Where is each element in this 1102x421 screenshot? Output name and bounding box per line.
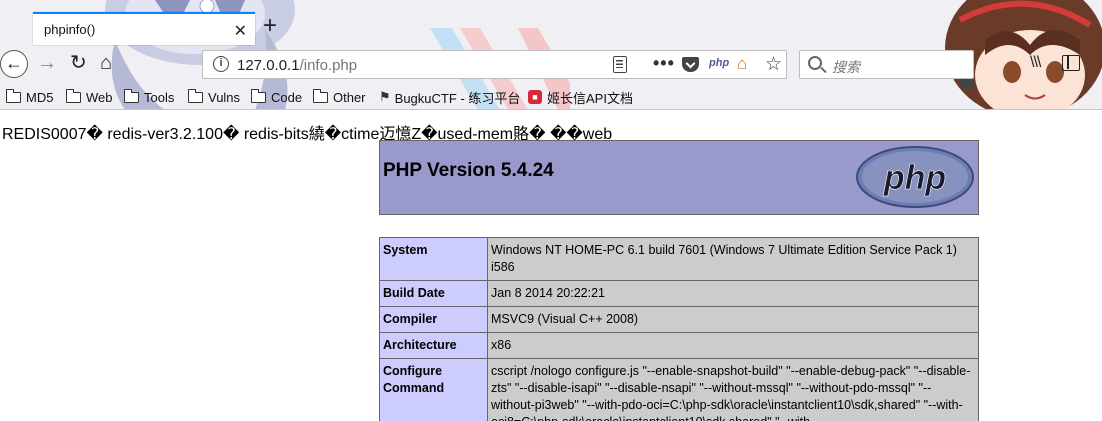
table-row: Build Date Jan 8 2014 20:22:21: [379, 280, 979, 307]
back-button[interactable]: ←: [0, 50, 28, 78]
folder-icon: [123, 88, 139, 103]
bookmark-md5[interactable]: MD5: [5, 88, 54, 106]
bookmark-label: Other: [333, 89, 366, 105]
forward-button[interactable]: →: [37, 53, 57, 73]
table-row: System Windows NT HOME-PC 6.1 build 7601…: [379, 237, 979, 281]
php-info-table: System Windows NT HOME-PC 6.1 build 7601…: [379, 237, 979, 421]
php-logo-text: php: [883, 159, 946, 197]
bookmark-tools[interactable]: Tools: [123, 88, 175, 106]
table-row: Compiler MSVC9 (Visual C++ 2008): [379, 306, 979, 333]
page-actions-icon[interactable]: •••: [653, 53, 675, 74]
url-bar[interactable]: i 127.0.0.1/info.php ••• php ⌂ ☆: [202, 50, 787, 79]
row-value: cscript /nologo configure.js "--enable-s…: [487, 358, 979, 421]
bookmark-label: 姬长信API文档: [547, 90, 633, 106]
navigation-toolbar: ← → ↻ ⌂ i 127.0.0.1/info.php ••• php ⌂ ☆…: [0, 44, 1102, 84]
folder-icon: [5, 88, 21, 103]
php-extension-icon[interactable]: php: [709, 57, 729, 69]
pocket-icon[interactable]: [682, 57, 699, 72]
house-extension-icon[interactable]: ⌂: [737, 54, 747, 74]
url-path: /info.php: [299, 57, 358, 74]
row-value: x86: [487, 332, 979, 359]
bookmark-bugkuctf[interactable]: ⚑ BugkuCTF - 练习平台: [379, 88, 520, 106]
bookmark-code[interactable]: Code: [250, 88, 303, 106]
bookmark-web[interactable]: Web: [65, 88, 113, 106]
table-row: Architecture x86: [379, 332, 979, 359]
page-content: REDIS0007� redis-ver3.2.100� redis-bits繞…: [0, 110, 1102, 421]
bookmark-other[interactable]: Other: [312, 88, 366, 106]
bookmarks-toolbar: MD5 Web Tools Vulns Code Other ⚑ BugkuCTF…: [0, 84, 1102, 109]
bookmark-api-docs[interactable]: ■ 姬长信API文档: [528, 88, 633, 106]
php-version-title: PHP Version 5.4.24: [383, 160, 554, 181]
row-value: Jan 8 2014 20:22:21: [487, 280, 979, 307]
red-site-icon: ■: [528, 90, 542, 104]
search-bar[interactable]: 搜索: [799, 50, 974, 79]
php-logo[interactable]: php: [855, 145, 975, 209]
bookmark-label: Tools: [144, 89, 175, 105]
bookmark-star-icon[interactable]: ☆: [765, 53, 782, 76]
tab-phpinfo[interactable]: phpinfo() ✕: [33, 12, 255, 45]
search-placeholder: 搜索: [832, 59, 860, 75]
new-tab-button[interactable]: +: [263, 14, 277, 38]
search-icon: [808, 56, 822, 70]
row-key: Build Date: [379, 280, 488, 307]
bookmark-label: MD5: [26, 89, 54, 105]
folder-icon: [312, 88, 328, 103]
row-key: Configure Command: [379, 358, 488, 421]
folder-icon: [250, 88, 266, 103]
table-row: Configure Command cscript /nologo config…: [379, 358, 979, 421]
php-version-header: PHP Version 5.4.24 php: [379, 140, 979, 215]
row-value: Windows NT HOME-PC 6.1 build 7601 (Windo…: [487, 237, 979, 281]
tab-title: phpinfo(): [44, 22, 96, 37]
chrome-divider: [0, 109, 1102, 110]
bookmark-label: Web: [86, 89, 113, 105]
row-value: MSVC9 (Visual C++ 2008): [487, 306, 979, 333]
reader-view-icon[interactable]: [613, 56, 627, 73]
bookmark-label: Vulns: [208, 89, 241, 105]
library-icon[interactable]: \\\: [1030, 54, 1041, 72]
row-key: Compiler: [379, 306, 488, 333]
folder-icon: [65, 88, 81, 103]
bookmark-label: Code: [271, 89, 303, 105]
bookmark-vulns[interactable]: Vulns: [187, 88, 241, 106]
bookmark-label: BugkuCTF - 练习平台: [394, 90, 521, 106]
row-key: System: [379, 237, 488, 281]
flag-icon: ⚑: [379, 89, 391, 104]
close-tab-icon[interactable]: ✕: [234, 21, 247, 41]
folder-icon: [187, 88, 203, 103]
url-host: 127.0.0.1: [237, 57, 300, 74]
sidebar-toggle-icon[interactable]: [1062, 55, 1080, 71]
home-button[interactable]: ⌂: [100, 53, 112, 73]
tab-strip: phpinfo() ✕ +: [0, 0, 1102, 45]
row-key: Architecture: [379, 332, 488, 359]
reload-button[interactable]: ↻: [70, 53, 87, 73]
url-text[interactable]: 127.0.0.1/info.php: [237, 57, 357, 74]
site-info-icon[interactable]: i: [213, 56, 229, 72]
browser-chrome: phpinfo() ✕ + ← → ↻ ⌂ i 127.0.0.1/info.p…: [0, 0, 1102, 110]
